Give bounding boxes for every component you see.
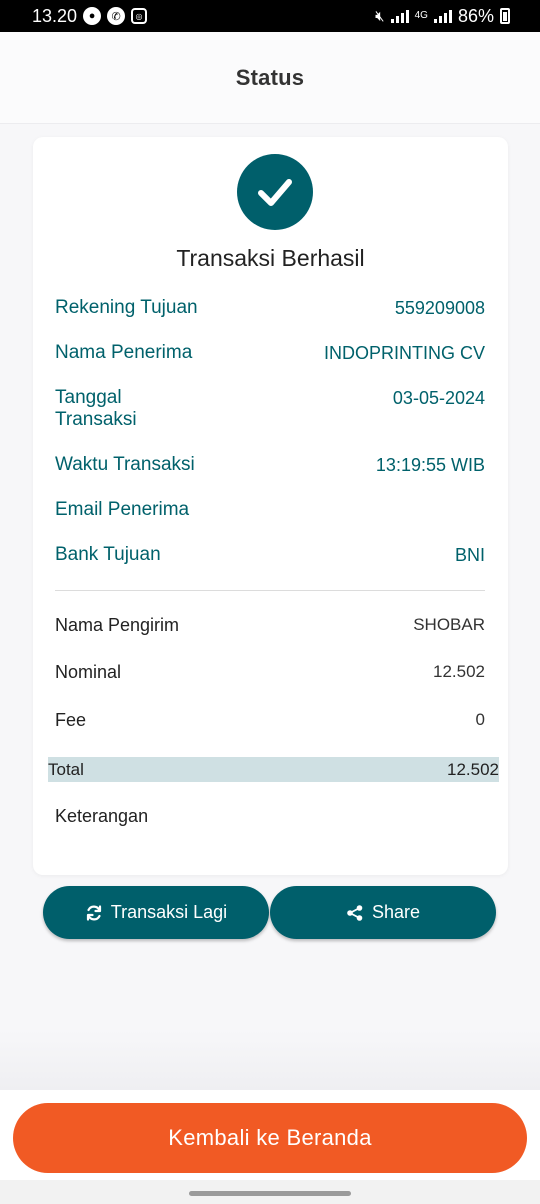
summary-row-fee: Fee 0 <box>55 710 485 731</box>
mute-icon: 🔇︎ <box>375 7 385 25</box>
detail-row-email: Email Penerima <box>55 499 485 521</box>
summary-row-sender: Nama Pengirim SHOBAR <box>55 615 485 636</box>
detail-label: Tanggal Transaksi <box>55 387 137 430</box>
summary-row-note: Keterangan <box>55 806 485 827</box>
detail-row-account: Rekening Tujuan 559209008 <box>55 297 485 319</box>
share-label: Share <box>371 902 421 922</box>
summary-value: 12.502 <box>433 662 485 681</box>
share-button[interactable]: Share <box>270 886 496 939</box>
bottom-shadow <box>0 1030 540 1090</box>
detail-label: Email Penerima <box>55 499 190 520</box>
status-bar: 13.20 ● ✆ ◎ 🔇︎ 4G 86% <box>0 0 540 32</box>
summary-value: 0 <box>475 710 485 729</box>
instagram-icon: ◎ <box>131 8 148 24</box>
detail-row-time: Waktu Transaksi 13:19:55 WIB <box>55 454 485 476</box>
receipt-card: Transaksi Berhasil Rekening Tujuan 55920… <box>33 137 508 875</box>
detail-label: Nama Penerima <box>55 342 193 363</box>
back-to-home-label: Kembali ke Beranda <box>168 1125 372 1150</box>
summary-label: Fee <box>55 710 87 730</box>
share-icon <box>347 904 363 921</box>
repeat-transaction-label: Transaksi Lagi <box>110 902 228 922</box>
status-bar-right: 🔇︎ 4G 86% <box>375 6 510 27</box>
detail-value: BNI <box>454 545 485 565</box>
total-label: Total <box>48 759 84 779</box>
detail-value: 03-05-2024 <box>392 388 485 408</box>
summary-value: SHOBAR <box>413 615 485 634</box>
detail-label: Bank Tujuan <box>55 544 161 565</box>
summary-label: Keterangan <box>55 806 149 826</box>
total-value: 12.502 <box>447 759 499 779</box>
summary-label: Nama Pengirim <box>55 615 180 635</box>
page-title: Status <box>235 64 305 90</box>
whatsapp-icon: ✆ <box>107 7 126 25</box>
detail-label: Rekening Tujuan <box>55 297 198 318</box>
battery-icon <box>500 8 510 24</box>
divider <box>55 590 485 591</box>
summary-row-nominal: Nominal 12.502 <box>55 662 485 683</box>
home-indicator[interactable] <box>189 1191 351 1196</box>
summary-label: Nominal <box>55 662 122 682</box>
signal-icon <box>390 9 409 23</box>
detail-row-bank: Bank Tujuan BNI <box>55 544 485 566</box>
detail-label: Waktu Transaksi <box>55 454 195 475</box>
repeat-transaction-button[interactable]: Transaksi Lagi <box>43 886 269 939</box>
refresh-icon <box>86 904 101 921</box>
detail-row-date: Tanggal Transaksi 03-05-2024 <box>55 387 485 431</box>
battery-percent: 86% <box>457 5 494 26</box>
summary-row-total: Total 12.502 <box>48 757 499 782</box>
page-header: Status <box>0 32 540 124</box>
signal-icon-2 <box>433 9 452 23</box>
success-badge <box>237 154 313 230</box>
status-bar-left: 13.20 ● ✆ ◎ <box>32 5 148 27</box>
detail-value: 559209008 <box>394 298 485 318</box>
detail-row-recipient: Nama Penerima INDOPRINTING CV <box>55 342 485 364</box>
network-type: 4G <box>414 10 428 21</box>
message-app-icon: ● <box>83 7 102 25</box>
back-to-home-button[interactable]: Kembali ke Beranda <box>13 1103 527 1173</box>
transaction-status-title: Transaksi Berhasil <box>176 245 365 271</box>
detail-value: 13:19:55 WIB <box>375 455 485 475</box>
detail-value: INDOPRINTING CV <box>323 343 485 363</box>
clock: 13.20 <box>32 5 78 26</box>
check-icon <box>258 179 292 206</box>
